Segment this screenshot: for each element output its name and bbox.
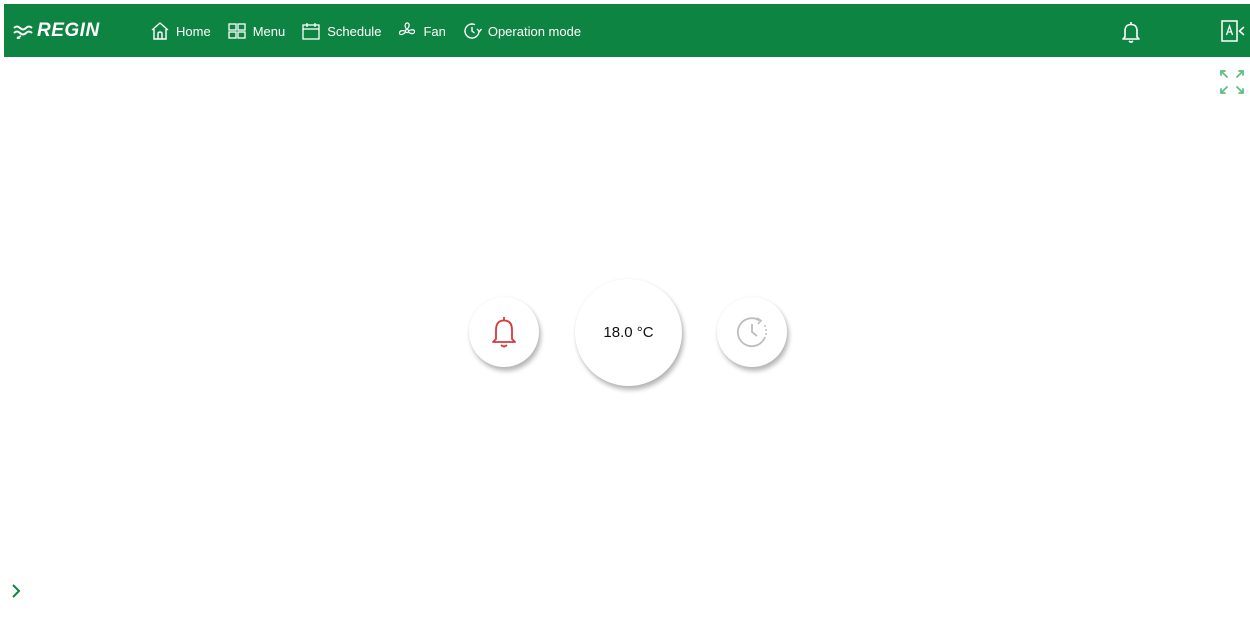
clock-refresh-icon [464,23,482,39]
language-icon[interactable] [1220,19,1248,43]
nav-schedule[interactable]: Schedule [301,21,381,41]
nav-schedule-label: Schedule [327,23,382,39]
nav-operation-mode[interactable]: Operation mode [462,21,581,41]
main-nav: Home Menu Schedule Fan Operation mode [150,18,597,44]
nav-fan[interactable]: Fan [397,21,446,41]
temperature-value: 18.0 °C [603,324,654,341]
clock-icon [736,317,767,348]
fullscreen-icon[interactable] [1218,68,1246,96]
nav-operation-mode-label: Operation mode [487,23,582,39]
logo-waves-icon [13,25,33,39]
calendar-icon [302,23,320,40]
alarm-bell-icon [492,317,516,348]
nav-home[interactable]: Home [150,21,211,41]
grid-icon [228,23,246,39]
fan-icon [399,22,416,36]
schedule-button[interactable] [717,297,787,367]
nav-menu-label: Menu [252,23,286,39]
temperature-display[interactable]: 18.0 °C [575,279,682,386]
logo-text: REGIN [37,20,100,41]
top-bar: REGIN Home Menu Schedule Fan Operation m… [4,4,1250,57]
logo[interactable]: REGIN [13,19,100,43]
nav-home-label: Home [176,23,211,39]
nav-fan-label: Fan [423,23,446,39]
chevron-right-icon[interactable] [8,582,24,600]
alarm-button[interactable] [469,297,539,367]
home-icon [151,22,169,40]
bell-icon[interactable] [1120,20,1142,44]
nav-menu[interactable]: Menu [227,21,286,41]
